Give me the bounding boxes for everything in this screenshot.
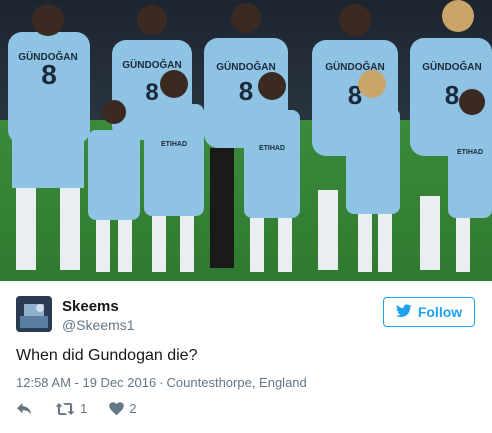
tweet-text: When did Gundogan die? [16, 347, 198, 364]
retweet-count: 1 [80, 401, 88, 416]
svg-text:8: 8 [445, 80, 459, 110]
follow-button-label: Follow [417, 304, 463, 320]
svg-text:GÜNDOĞAN: GÜNDOĞAN [122, 58, 181, 71]
user-handle[interactable]: @Skeems1 [62, 317, 135, 333]
tweet-photo[interactable]: 8 GÜNDOĞAN GÜNDOĞAN 8 GÜNDOĞAN 8 GÜNDOĞA… [0, 0, 492, 281]
svg-text:ETIHAD: ETIHAD [161, 141, 187, 148]
svg-text:GÜNDOĞAN: GÜNDOĞAN [422, 60, 481, 73]
svg-text:ETIHAD: ETIHAD [457, 149, 483, 156]
svg-text:8: 8 [41, 59, 57, 90]
display-name[interactable]: Skeems [62, 298, 119, 315]
tweet-actions: 1 2 [16, 401, 158, 416]
avatar[interactable] [16, 296, 52, 332]
retweet-icon [55, 402, 75, 416]
reply-button[interactable] [16, 402, 33, 416]
reply-icon [16, 402, 33, 416]
like-button[interactable]: 2 [109, 401, 136, 416]
heart-icon [109, 401, 125, 416]
retweet-button[interactable]: 1 [55, 401, 87, 416]
svg-text:8: 8 [145, 79, 158, 106]
tweet-location[interactable]: Countesthorpe, England [167, 375, 307, 390]
twitter-bird-icon [395, 303, 412, 321]
tweet-timestamp[interactable]: 12:58 AM - 19 Dec 2016 [16, 375, 156, 390]
tweet-meta: 12:58 AM - 19 Dec 2016 · Countesthorpe, En… [16, 375, 307, 390]
meta-separator: · [159, 375, 164, 390]
svg-text:GÜNDOĞAN: GÜNDOĞAN [18, 50, 77, 63]
svg-text:ETIHAD: ETIHAD [259, 145, 285, 152]
follow-button[interactable]: Follow [383, 297, 475, 327]
svg-text:GÜNDOĞAN: GÜNDOĞAN [216, 60, 275, 73]
svg-text:8: 8 [239, 76, 253, 106]
like-count: 2 [129, 401, 137, 416]
embedded-tweet: 8 GÜNDOĞAN GÜNDOĞAN 8 GÜNDOĞAN 8 GÜNDOĞA… [0, 0, 492, 433]
